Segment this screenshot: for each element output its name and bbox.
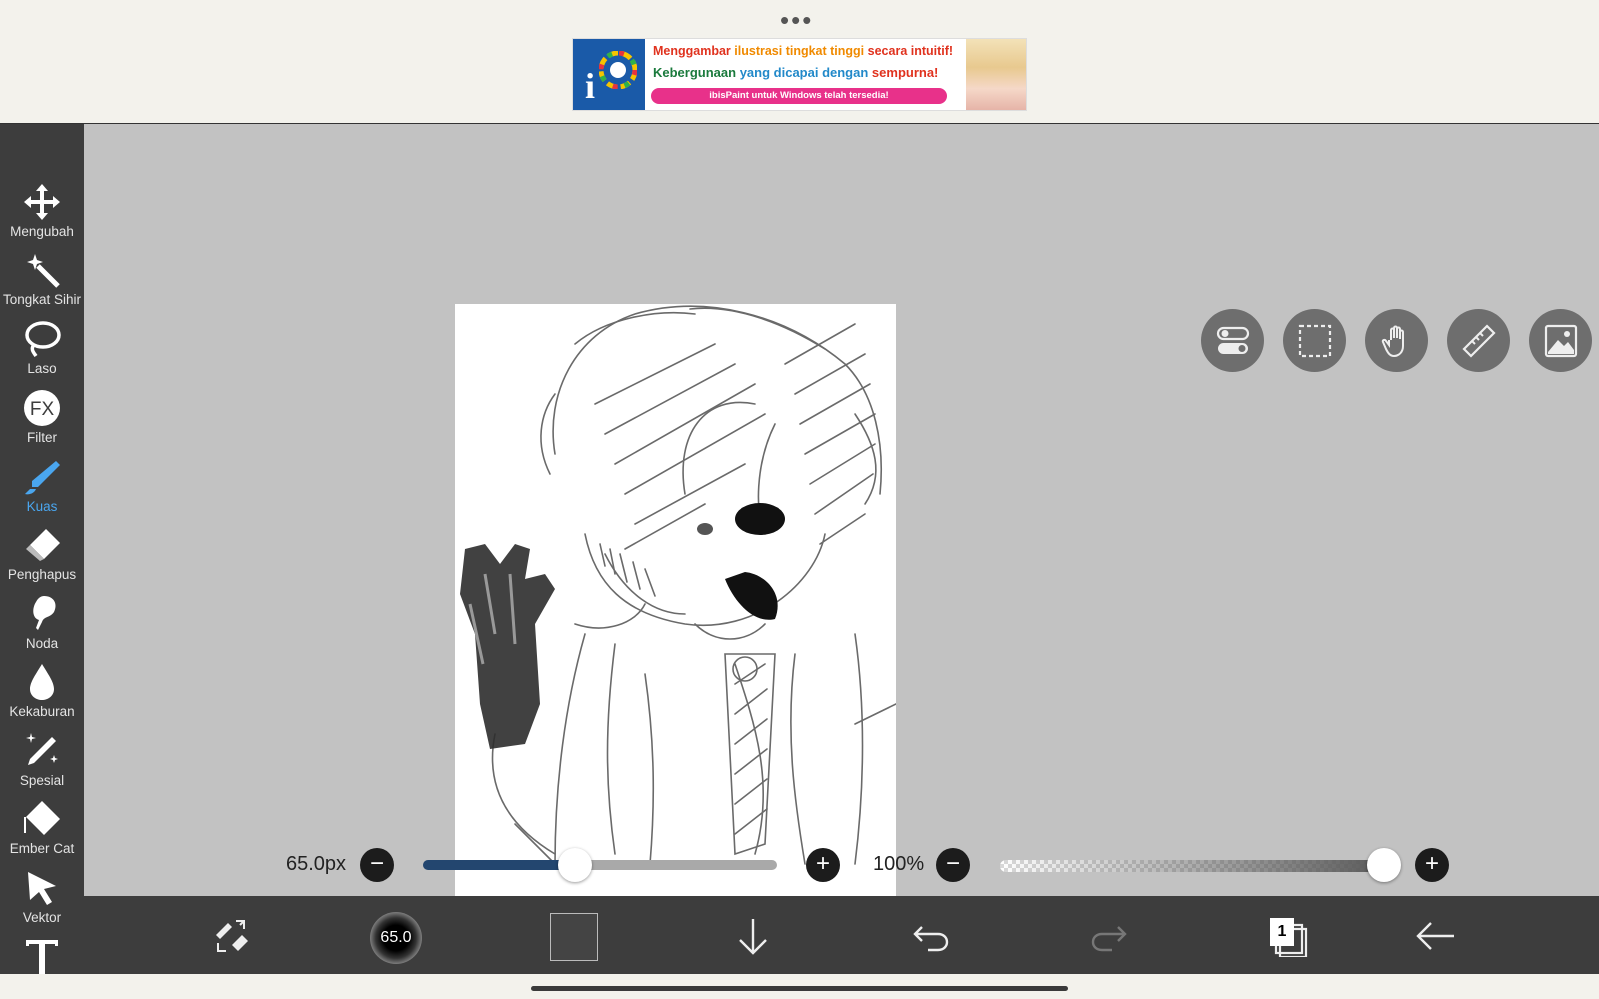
ruler-icon: [1462, 324, 1496, 358]
blur-drop-icon: [30, 664, 54, 700]
selection-rect-icon: [1298, 324, 1332, 358]
vector-arrow-icon: [28, 872, 56, 905]
reference-image-button[interactable]: [1529, 309, 1592, 372]
brush-size-value: 65.0px: [286, 853, 347, 875]
smudge-icon: [33, 596, 56, 630]
color-wheel-icon: [599, 51, 637, 89]
text-tool-icon: [26, 940, 58, 974]
ad-banner[interactable]: i Menggambar ilustrasi tingkat tinggi se…: [573, 39, 1026, 110]
brush-opacity-plus-button[interactable]: +: [1415, 848, 1449, 882]
move-icon: [24, 184, 60, 220]
brush-preview-size: 65.0: [380, 929, 412, 946]
hand-icon: [1381, 325, 1404, 358]
ad-headline: Menggambar ilustrasi tingkat tinggi seca…: [653, 44, 954, 58]
tool-eraser[interactable]: Penghapus: [0, 521, 84, 589]
current-color-swatch[interactable]: [550, 913, 598, 961]
selection-button[interactable]: [1283, 309, 1346, 372]
brush-opacity-minus-button[interactable]: −: [936, 848, 970, 882]
paint-bucket-icon: [24, 801, 60, 835]
tool-sidebar: Mengubah Tongkat Sihir Laso FX Filter Ku…: [0, 124, 84, 974]
ad-character-image: [966, 39, 1026, 110]
brush-opacity-slider[interactable]: [1000, 860, 1384, 872]
tool-special[interactable]: Spesial: [0, 727, 84, 795]
layer-count: 1: [1270, 918, 1294, 946]
sketch-artwork: [460, 305, 897, 865]
brush-preview-button[interactable]: 65.0: [370, 912, 422, 964]
eraser-icon: [26, 529, 60, 561]
bottom-toolbar: 65.0 1: [84, 896, 1599, 974]
home-indicator[interactable]: [531, 986, 1068, 991]
undo-button[interactable]: [900, 896, 960, 974]
ad-cta-banner[interactable]: ibisPaint untuk Windows telah tersedia!: [651, 88, 947, 104]
back-button[interactable]: [1404, 896, 1464, 974]
ad-subheadline: Kebergunaan yang dicapai dengan sempurna…: [653, 65, 939, 80]
tool-transform[interactable]: Mengubah: [0, 178, 84, 246]
tool-blur[interactable]: Kekaburan: [0, 658, 84, 726]
lasso-icon: [25, 321, 61, 357]
swap-tool-button[interactable]: [200, 896, 260, 974]
move-layer-down-button[interactable]: [722, 896, 782, 974]
system-nav-bar: [0, 974, 1599, 999]
brush-opacity-slider-thumb[interactable]: [1367, 848, 1401, 882]
fx-icon: FX: [24, 390, 60, 426]
magic-wand-icon: [27, 254, 60, 288]
toggle-switch-icon: [1216, 326, 1250, 354]
more-options-dots[interactable]: •••: [780, 7, 813, 33]
top-ad-bar: ••• i Menggambar ilustrasi tingkat tingg…: [0, 0, 1599, 124]
brush-size-minus-button[interactable]: −: [360, 848, 394, 882]
tool-filter[interactable]: FX Filter: [0, 384, 84, 452]
brush-size-slider-fill: [423, 860, 576, 870]
canvas-workspace[interactable]: [84, 124, 1599, 927]
arrow-down-icon: [739, 919, 767, 955]
brush-size-plus-button[interactable]: +: [806, 848, 840, 882]
tool-paint-bucket[interactable]: Ember Cat: [0, 795, 84, 863]
undo-icon: [913, 926, 949, 952]
brush-size-slider-thumb[interactable]: [558, 848, 593, 882]
drawing-canvas[interactable]: [455, 304, 897, 927]
tool-brush[interactable]: Kuas: [0, 453, 84, 521]
tool-vector[interactable]: Vektor: [0, 864, 84, 932]
arrow-left-icon: [1416, 922, 1454, 950]
svg-text:FX: FX: [30, 399, 55, 420]
toggle-settings-button[interactable]: [1201, 309, 1264, 372]
ruler-button[interactable]: [1447, 309, 1510, 372]
brush-icon: [25, 461, 60, 495]
brush-size-slider[interactable]: [423, 860, 777, 870]
brush-eraser-swap-icon: [216, 920, 248, 952]
tool-text[interactable]: [0, 932, 84, 974]
brush-opacity-value: 100%: [873, 853, 925, 875]
special-pen-icon: [26, 733, 58, 765]
tool-smudge[interactable]: Noda: [0, 590, 84, 658]
image-icon: [1544, 324, 1578, 358]
redo-button[interactable]: [1078, 896, 1138, 974]
logo-letter: i: [585, 66, 596, 106]
redo-icon: [1091, 926, 1127, 952]
tool-magic-wand[interactable]: Tongkat Sihir: [0, 246, 84, 314]
tool-lasso[interactable]: Laso: [0, 315, 84, 383]
ibispaint-logo: i: [573, 39, 645, 110]
hand-pan-button[interactable]: [1365, 309, 1428, 372]
